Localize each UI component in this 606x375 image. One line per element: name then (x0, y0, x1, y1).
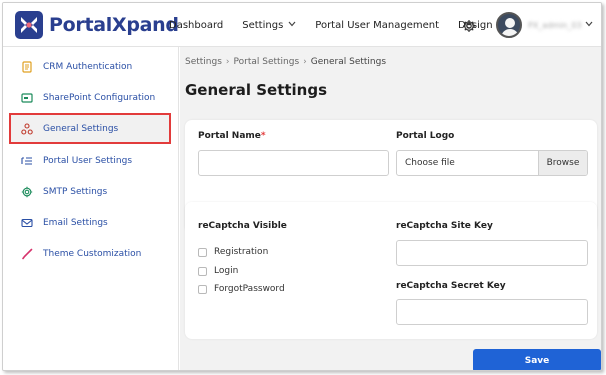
portal-name-label: Portal Name* (198, 131, 266, 141)
sidebar-item-label: Portal User Settings (43, 155, 133, 166)
avatar (496, 12, 522, 38)
user-list-icon (21, 155, 33, 167)
checkbox-label: Registration (214, 247, 269, 257)
breadcrumb-current: General Settings (310, 57, 387, 67)
checkbox-forgotpassword[interactable]: ForgotPassword (198, 284, 285, 294)
sidebar-item-sharepoint-configuration[interactable]: SharePoint Configuration (3, 82, 179, 113)
recaptcha-site-key-input[interactable] (396, 240, 588, 266)
chevron-down-icon (585, 20, 593, 30)
nav-settings-label: Settings (242, 19, 284, 31)
save-button[interactable]: Save (473, 349, 601, 370)
checkbox-label: Login (214, 266, 239, 276)
file-placeholder: Choose file (405, 158, 455, 168)
nav-portal-user-management-label: Portal User Management (315, 19, 440, 31)
portal-name-input[interactable] (198, 150, 389, 176)
user-menu[interactable]: PX_admin_03 (496, 12, 593, 38)
nav-settings[interactable]: Settings (242, 20, 296, 31)
breadcrumb: Settings › Portal Settings › General Setting… (185, 57, 386, 67)
nav-dashboard[interactable]: Dashboard (169, 20, 223, 31)
sidebar-item-label: SharePoint Configuration (43, 92, 156, 103)
sidebar-item-label: CRM Authentication (43, 61, 133, 72)
brand-logo[interactable]: PortalXpand (15, 11, 179, 39)
sidebar-item-crm-authentication[interactable]: CRM Authentication (3, 51, 179, 82)
portal-logo-label: Portal Logo (396, 131, 455, 141)
recaptcha-secret-key-label: reCaptcha Secret Key (396, 281, 506, 291)
checkbox-box[interactable] (198, 247, 207, 257)
app-window: PortalXpand Dashboard Settings Portal Us… (2, 2, 602, 371)
document-icon (21, 60, 33, 73)
sidebar: CRM Authentication SharePoint Configurat… (3, 47, 179, 370)
sidebar-item-portal-user-settings[interactable]: Portal User Settings (3, 145, 179, 176)
sidebar-item-smtp-settings[interactable]: SMTP Settings (3, 176, 179, 207)
nodes-icon (21, 122, 33, 135)
recaptcha-visible-label: reCaptcha Visible (198, 221, 287, 231)
page-title: General Settings (185, 81, 328, 99)
required-marker: * (260, 131, 266, 141)
brush-icon (21, 248, 33, 260)
browse-button[interactable]: Browse (538, 151, 587, 175)
breadcrumb-settings[interactable]: Settings (185, 57, 222, 67)
checkbox-registration[interactable]: Registration (198, 247, 268, 257)
sidebar-item-email-settings[interactable]: Email Settings (3, 207, 179, 238)
chevron-down-icon (288, 20, 296, 30)
sidebar-item-label: Email Settings (43, 217, 108, 228)
gear-icon (21, 186, 33, 198)
checkbox-box[interactable] (198, 284, 207, 294)
sidebar-item-label: Theme Customization (43, 248, 142, 259)
recaptcha-secret-key-input[interactable] (396, 299, 588, 325)
brand-name: PortalXpand (49, 14, 179, 36)
logo-mark-icon (15, 11, 43, 39)
nav-dashboard-label: Dashboard (169, 19, 224, 31)
breadcrumb-portal-settings[interactable]: Portal Settings (234, 57, 300, 67)
checkbox-label: ForgotPassword (214, 284, 285, 294)
sidebar-item-label: General Settings (43, 123, 119, 134)
recaptcha-site-key-label: reCaptcha Site Key (396, 221, 493, 231)
chevron-right-icon: › (303, 57, 307, 67)
checkbox-login[interactable]: Login (198, 266, 238, 276)
recaptcha-card: reCaptcha Visible Registration Login For… (185, 202, 597, 339)
main-content: Settings › Portal Settings › General Setting… (180, 47, 601, 370)
top-header: PortalXpand Dashboard Settings Portal Us… (3, 3, 601, 47)
chevron-right-icon: › (225, 57, 230, 67)
sidebar-item-label: SMTP Settings (43, 186, 108, 197)
user-name: PX_admin_03 (528, 20, 582, 30)
sidebar-item-theme-customization[interactable]: Theme Customization (3, 238, 179, 269)
portal-logo-file-input[interactable]: Choose file Browse (396, 150, 588, 176)
sharepoint-icon (21, 92, 33, 104)
envelope-icon (21, 217, 33, 229)
gear-icon[interactable] (462, 18, 476, 37)
checkbox-box[interactable] (198, 266, 207, 276)
sidebar-item-general-settings[interactable]: General Settings (9, 113, 171, 144)
nav-portal-user-management[interactable]: Portal User Management (315, 20, 439, 31)
